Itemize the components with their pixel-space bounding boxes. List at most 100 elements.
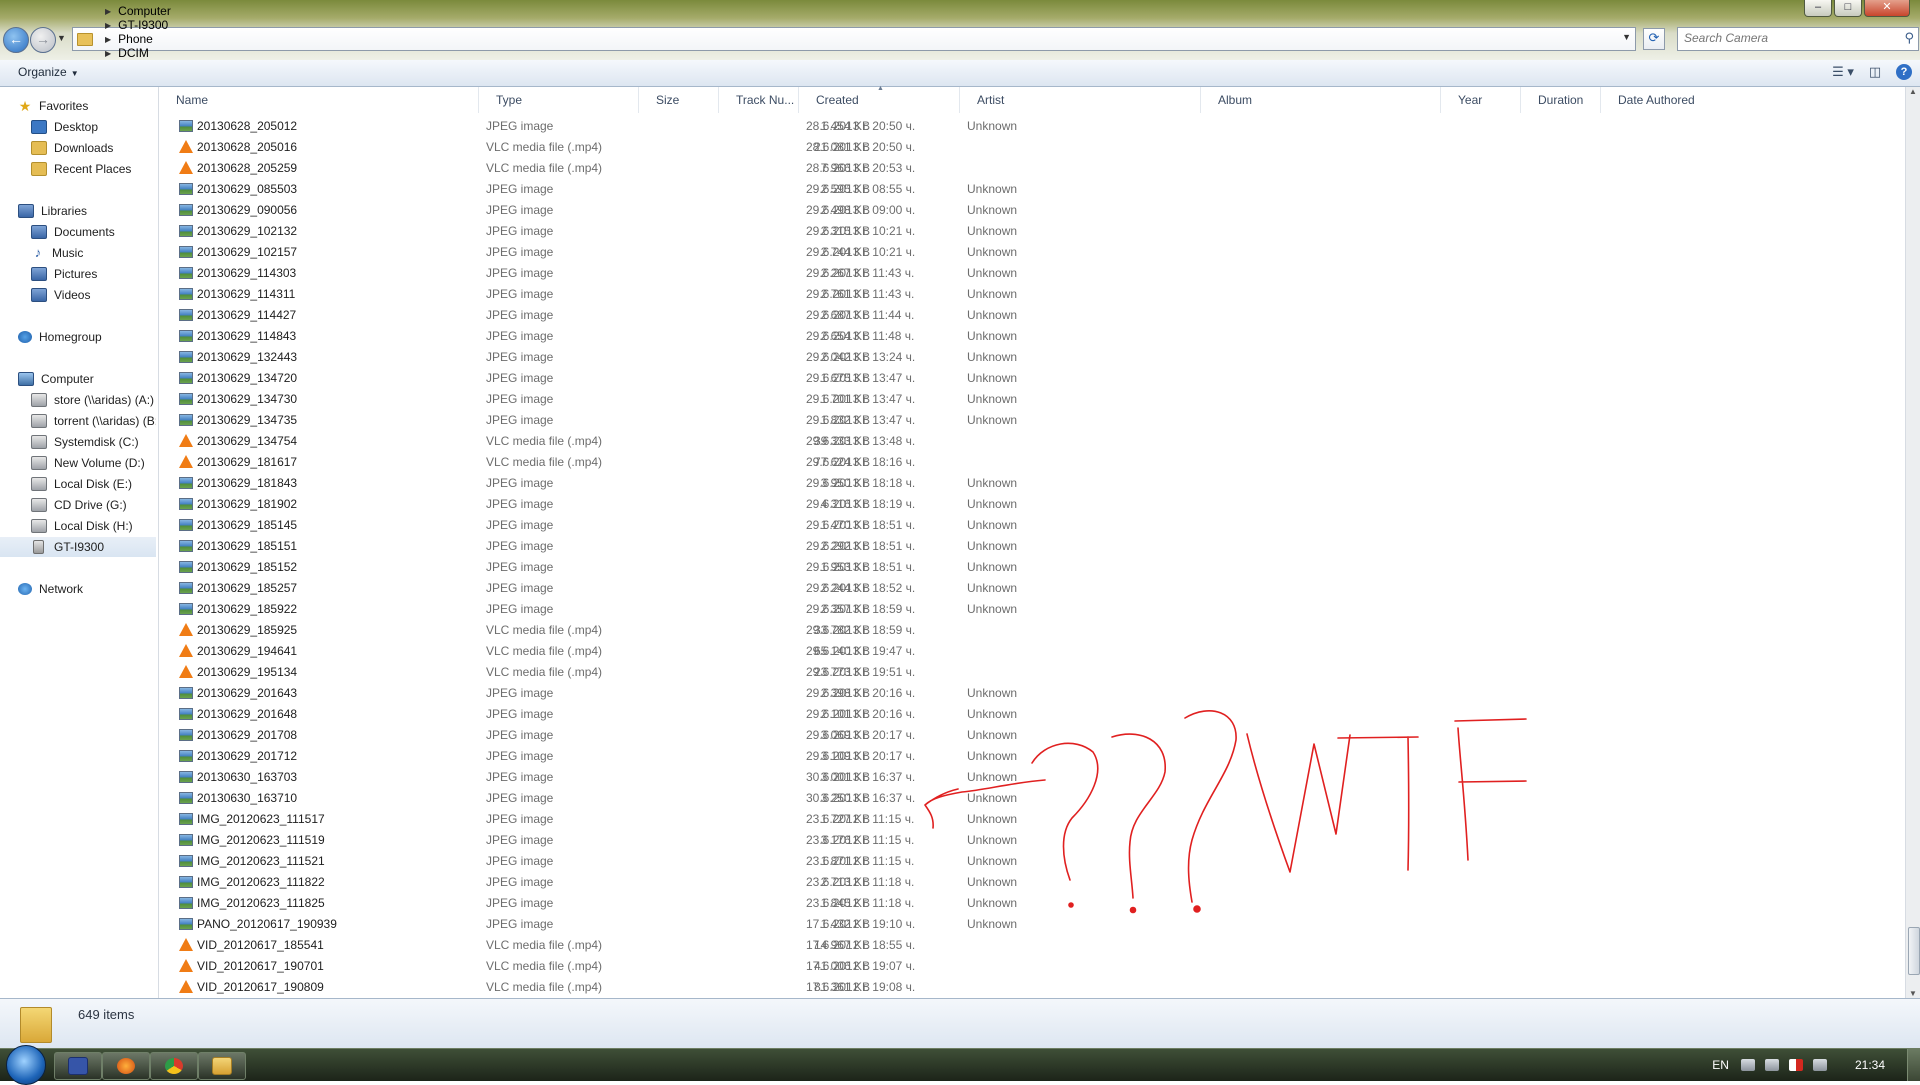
keyboard-icon[interactable] — [1740, 1059, 1755, 1071]
file-row[interactable]: 20130629_185152 JPEG image 1 953 KB 29.6.20… — [159, 557, 1905, 578]
network-status-icon[interactable] — [1812, 1059, 1827, 1071]
file-row[interactable]: IMG_20120623_111521 JPEG image 1 871 KB 23.… — [159, 851, 1905, 872]
file-row[interactable]: 20130628_205259 VLC media file (.mp4) 7 96… — [159, 158, 1905, 179]
preview-pane-button[interactable]: ◫ — [1864, 63, 1886, 81]
scroll-down-icon[interactable]: ▼ — [1909, 989, 1917, 998]
file-row[interactable]: 20130629_181843 JPEG image 3 950 KB 29.6.20… — [159, 473, 1905, 494]
breadcrumb-separator-icon[interactable]: ▶ — [105, 35, 111, 44]
file-row[interactable]: 20130629_185145 JPEG image 1 470 KB 29.6.20… — [159, 515, 1905, 536]
taskbar-app-firefox[interactable] — [102, 1052, 150, 1080]
file-row[interactable]: 20130629_185151 JPEG image 2 292 KB 29.6.20… — [159, 536, 1905, 557]
file-row[interactable]: 20130629_201643 JPEG image 2 398 KB 29.6.20… — [159, 683, 1905, 704]
taskbar-app-explorer[interactable] — [198, 1052, 246, 1080]
column-header-album[interactable]: Album — [1201, 87, 1441, 113]
file-row[interactable]: 20130630_163710 JPEG image 3 250 KB 30.6.20… — [159, 788, 1905, 809]
search-icon[interactable]: ⚲ — [1904, 30, 1914, 46]
change-view-button[interactable]: ☰ ▾ — [1832, 63, 1854, 81]
address-dropdown-icon[interactable]: ▼ — [1622, 32, 1631, 42]
file-row[interactable]: 20130629_114843 JPEG image 2 654 KB 29.6.20… — [159, 326, 1905, 347]
recent-pages-dropdown-icon[interactable]: ▼ — [57, 33, 66, 43]
file-row[interactable]: IMG_20120623_111822 JPEG image 2 713 KB 23.… — [159, 872, 1905, 893]
breadcrumb-item[interactable]: ▶ Phone — [99, 32, 171, 46]
file-row[interactable]: PANO_20120617_190939 JPEG image 1 432 KB 17… — [159, 914, 1905, 935]
taskbar-app-chrome[interactable] — [150, 1052, 198, 1080]
maximize-button[interactable]: □ — [1834, 0, 1862, 17]
column-header-date-authored[interactable]: Date Authored — [1601, 87, 1751, 113]
nav-drive-d[interactable]: New Volume (D:) — [31, 453, 156, 473]
action-center-flag-icon[interactable] — [1788, 1059, 1803, 1071]
search-box[interactable]: ⚲ — [1677, 27, 1919, 51]
file-row[interactable]: 20130629_134735 JPEG image 1 832 KB 29.6.20… — [159, 410, 1905, 431]
file-row[interactable]: 20130629_085503 JPEG image 2 595 KB 29.6.20… — [159, 179, 1905, 200]
file-row[interactable]: 20130629_195134 VLC media file (.mp4) 23 7… — [159, 662, 1905, 683]
column-header-year[interactable]: Year — [1441, 87, 1521, 113]
column-header-size[interactable]: Size — [639, 87, 719, 113]
start-button[interactable] — [6, 1045, 46, 1085]
close-button[interactable]: ✕ — [1864, 0, 1910, 17]
file-row[interactable]: 20130629_134730 JPEG image 1 701 KB 29.6.20… — [159, 389, 1905, 410]
file-row[interactable]: 20130629_114303 JPEG image 2 267 KB 29.6.20… — [159, 263, 1905, 284]
file-row[interactable]: 20130629_185257 JPEG image 2 244 KB 29.6.20… — [159, 578, 1905, 599]
column-header-duration[interactable]: Duration — [1521, 87, 1601, 113]
nav-favorites[interactable]: ★ Favorites — [18, 96, 174, 116]
file-row[interactable]: 20130629_102157 JPEG image 2 744 KB 29.6.20… — [159, 242, 1905, 263]
file-row[interactable]: 20130629_114311 JPEG image 2 761 KB 29.6.20… — [159, 284, 1905, 305]
file-row[interactable]: 20130630_163703 JPEG image 3 001 KB 30.6.20… — [159, 767, 1905, 788]
search-input[interactable] — [1678, 28, 1889, 48]
file-row[interactable]: 20130629_201712 JPEG image 3 109 KB 29.6.20… — [159, 746, 1905, 767]
file-row[interactable]: 20130629_201648 JPEG image 2 101 KB 29.6.20… — [159, 704, 1905, 725]
nav-drive-a[interactable]: store (\\aridas) (A:) — [31, 390, 156, 410]
file-row[interactable]: 20130629_201708 JPEG image 3 069 KB 29.6.20… — [159, 725, 1905, 746]
nav-drive-b[interactable]: torrent (\\aridas) (B: — [31, 411, 156, 431]
nav-drive-c[interactable]: Systemdisk (C:) — [31, 432, 156, 452]
file-row[interactable]: 20130629_090056 JPEG image 2 498 KB 29.6.20… — [159, 200, 1905, 221]
file-row[interactable]: 20130629_185925 VLC media file (.mp4) 33 7… — [159, 620, 1905, 641]
help-icon[interactable]: ? — [1896, 64, 1912, 80]
file-row[interactable]: 20130629_134720 JPEG image 1 675 KB 29.6.20… — [159, 368, 1905, 389]
breadcrumb-item[interactable]: ▶ Computer — [99, 4, 171, 18]
file-row[interactable]: IMG_20120623_111519 JPEG image 3 176 KB 23.… — [159, 830, 1905, 851]
file-row[interactable]: 20130629_132443 JPEG image 2 042 KB 29.6.20… — [159, 347, 1905, 368]
address-bar[interactable]: ▶Computer▶GT-I9300▶Phone▶DCIM▶Camera ▼ — [72, 4, 1636, 74]
taskbar-app-save[interactable] — [54, 1052, 102, 1080]
clock[interactable]: 21:34 — [1855, 1058, 1885, 1072]
file-row[interactable]: 20130628_205012 JPEG image 1 454 KB 28.6.20… — [159, 116, 1905, 137]
breadcrumb-separator-icon[interactable]: ▶ — [105, 7, 111, 16]
file-row[interactable]: 20130629_102132 JPEG image 2 315 KB 29.6.20… — [159, 221, 1905, 242]
file-row[interactable]: 20130629_185922 JPEG image 2 357 KB 29.6.20… — [159, 599, 1905, 620]
file-row[interactable]: IMG_20120623_111517 JPEG image 1 727 KB 23.… — [159, 809, 1905, 830]
nav-homegroup[interactable]: Homegroup — [18, 327, 174, 347]
file-row[interactable]: IMG_20120623_111825 JPEG image 1 845 KB 23.… — [159, 893, 1905, 914]
column-header-type[interactable]: Type — [479, 87, 639, 113]
refresh-button[interactable]: ⟳ — [1643, 28, 1665, 50]
nav-drive-g[interactable]: CD Drive (G:) — [31, 495, 156, 515]
nav-libraries[interactable]: Libraries — [18, 201, 174, 221]
file-row[interactable]: 20130629_194641 VLC media file (.mp4) 65 1… — [159, 641, 1905, 662]
scrollbar-thumb[interactable] — [1908, 927, 1920, 975]
organize-menu-button[interactable]: Organize ▼ — [10, 63, 87, 81]
forward-button[interactable]: → — [30, 27, 56, 53]
column-header-artist[interactable]: Artist — [960, 87, 1201, 113]
scroll-up-icon[interactable]: ▲ — [1909, 87, 1917, 96]
show-desktop-button[interactable] — [1907, 1049, 1920, 1081]
file-row[interactable]: 20130629_181902 JPEG image 4 316 KB 29.6.20… — [159, 494, 1905, 515]
column-header-track-number[interactable]: Track Nu... — [719, 87, 799, 113]
breadcrumb-separator-icon[interactable]: ▶ — [105, 49, 111, 58]
breadcrumb-item[interactable]: ▶ DCIM — [99, 46, 171, 60]
file-row[interactable]: 20130628_205016 VLC media file (.mp4) 21 0… — [159, 137, 1905, 158]
file-row[interactable]: 20130629_134754 VLC media file (.mp4) 39 3… — [159, 431, 1905, 452]
tray-expand-icon[interactable] — [1764, 1059, 1779, 1071]
back-button[interactable]: ← — [3, 27, 29, 53]
minimize-button[interactable]: – — [1804, 0, 1832, 17]
nav-network[interactable]: Network — [18, 579, 174, 599]
nav-drive-e[interactable]: Local Disk (E:) — [31, 474, 156, 494]
nav-phone-gt-i9300[interactable]: GT-I9300 — [0, 537, 156, 557]
file-row[interactable]: VID_20120617_185541 VLC media file (.mp4)… — [159, 935, 1905, 956]
file-row[interactable]: 20130629_181617 VLC media file (.mp4) 77 6… — [159, 452, 1905, 473]
file-row[interactable]: VID_20120617_190809 VLC media file (.mp4)… — [159, 977, 1905, 998]
file-row[interactable]: VID_20120617_190701 VLC media file (.mp4)… — [159, 956, 1905, 977]
breadcrumb-separator-icon[interactable]: ▶ — [105, 21, 111, 30]
language-indicator[interactable]: EN — [1712, 1058, 1729, 1072]
nav-computer[interactable]: Computer — [18, 369, 174, 389]
column-header-name[interactable]: Name — [159, 87, 479, 113]
